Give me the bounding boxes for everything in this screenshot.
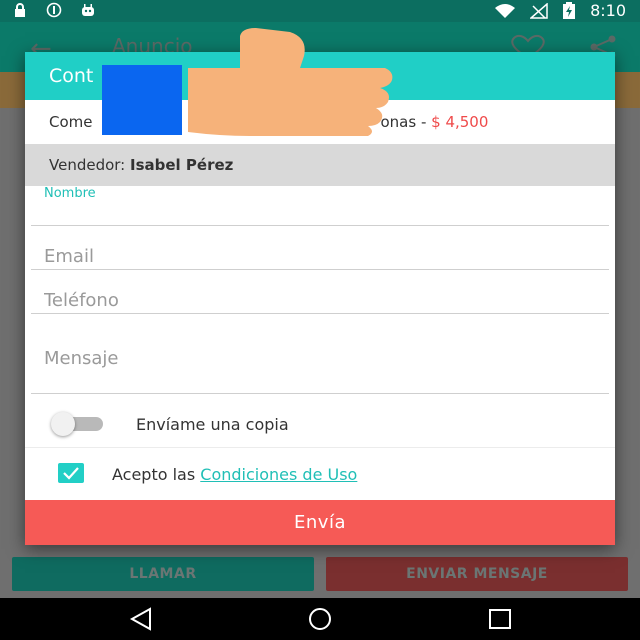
phone-field[interactable] xyxy=(31,276,609,314)
android-icon xyxy=(82,4,94,16)
bottom-actions: LLAMAR ENVIAR MENSAJE xyxy=(12,557,628,591)
home-circle-icon[interactable] xyxy=(307,607,333,631)
seller-label: Vendedor: xyxy=(49,156,131,174)
navigation-bar xyxy=(0,598,640,640)
blue-rectangle-overlay xyxy=(102,65,182,135)
message-input[interactable] xyxy=(44,348,594,378)
call-button[interactable]: LLAMAR xyxy=(12,557,314,591)
submit-button[interactable]: Envía xyxy=(25,500,615,545)
terms-prefix: Acepto las xyxy=(112,465,201,484)
dialog-title: Cont xyxy=(49,65,94,87)
ad-prefix: Come xyxy=(49,113,93,131)
terms-row: Acepto las Condiciones de Uso xyxy=(25,452,615,496)
battery-charging-icon xyxy=(563,1,576,19)
status-bar: 8:10 xyxy=(0,0,640,22)
terms-link[interactable]: Condiciones de Uso xyxy=(200,465,357,484)
recents-square-icon[interactable] xyxy=(487,607,513,631)
email-input[interactable] xyxy=(44,244,594,268)
terms-label: Acepto las Condiciones de Uso xyxy=(112,465,357,484)
copy-switch-label: Envíame una copia xyxy=(136,415,289,434)
name-field[interactable]: Nombre xyxy=(31,186,609,226)
info-circle-icon xyxy=(46,2,62,18)
message-field[interactable] xyxy=(31,320,609,394)
copy-switch-row[interactable]: Envíame una copia xyxy=(25,403,615,447)
seller-name: Isabel Pérez xyxy=(130,156,234,174)
name-input[interactable] xyxy=(44,202,594,224)
status-right-icons: 8:10 xyxy=(494,1,626,20)
send-message-button[interactable]: ENVIAR MENSAJE xyxy=(326,557,628,591)
wifi-icon xyxy=(495,3,516,18)
lock-icon xyxy=(15,3,25,17)
phone-input[interactable] xyxy=(44,288,594,312)
seller-info: Vendedor: Isabel Pérez xyxy=(25,144,615,186)
seller-text: Vendedor: Isabel Pérez xyxy=(49,156,233,174)
copy-switch-knob[interactable] xyxy=(51,412,75,436)
back-triangle-icon[interactable] xyxy=(128,607,154,631)
status-left-icons xyxy=(12,2,96,18)
signal-icon xyxy=(530,2,548,19)
checkmark-icon xyxy=(63,467,79,480)
status-time: 8:10 xyxy=(590,1,626,20)
ad-price: $ 4,500 xyxy=(431,113,489,131)
terms-checkbox[interactable] xyxy=(58,463,84,483)
name-field-label: Nombre xyxy=(44,186,96,201)
thumbs-up-icon xyxy=(188,28,393,136)
divider xyxy=(25,447,615,448)
email-field[interactable] xyxy=(31,232,609,270)
